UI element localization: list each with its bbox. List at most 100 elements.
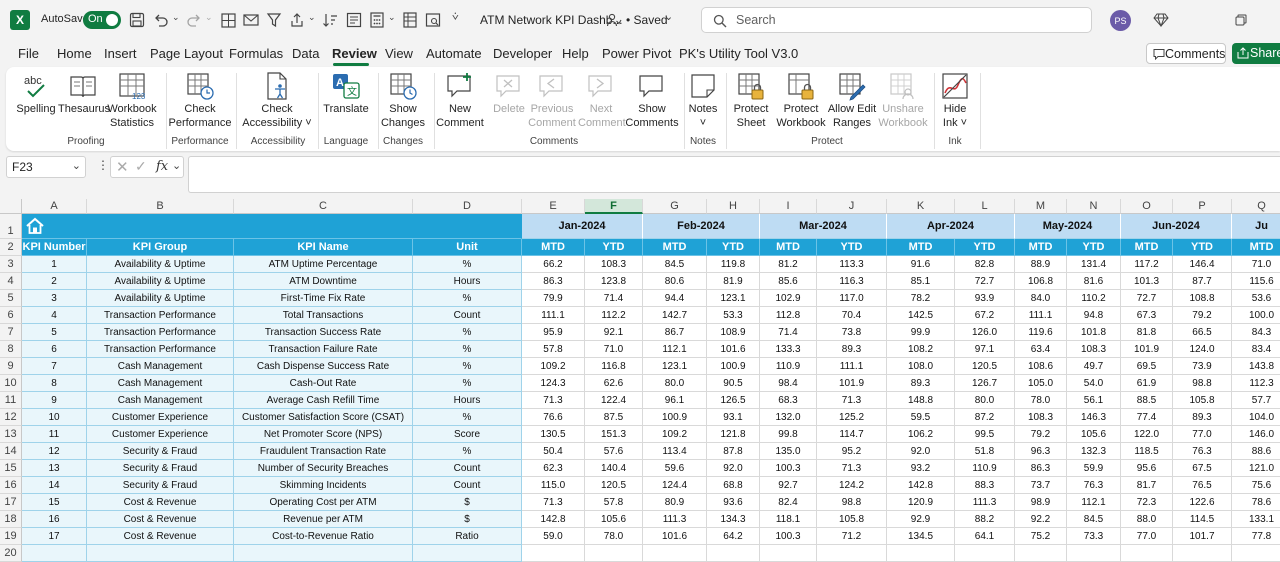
kpi-number-cell[interactable]: 11 (22, 426, 87, 443)
notes-button[interactable]: Notes ˅ (686, 71, 720, 130)
kpi-name-cell[interactable]: Transaction Failure Rate (234, 341, 413, 358)
search-box[interactable]: Search (701, 7, 1092, 33)
undo-dropdown-icon[interactable]: ⌄ (172, 12, 180, 23)
value-cell[interactable]: 78.6 (1232, 494, 1280, 511)
value-cell[interactable]: 95.9 (522, 324, 585, 341)
value-cell[interactable]: 53.6 (1232, 290, 1280, 307)
spelling-button[interactable]: abc Spelling (14, 71, 58, 117)
value-cell[interactable]: 109.2 (643, 426, 707, 443)
value-cell[interactable]: 88.9 (1015, 256, 1067, 273)
value-cell[interactable]: 82.8 (955, 256, 1015, 273)
kpi-group-cell[interactable]: Transaction Performance (87, 341, 234, 358)
value-cell[interactable]: 134.5 (887, 528, 955, 545)
column-header-i[interactable]: I (760, 199, 817, 214)
value-cell[interactable]: 88.3 (955, 477, 1015, 494)
value-cell[interactable]: 118.5 (1121, 443, 1173, 460)
value-cell[interactable]: 126.5 (707, 392, 760, 409)
value-cell[interactable]: 92.1 (585, 324, 643, 341)
kpi-name-cell[interactable]: Total Transactions (234, 307, 413, 324)
value-cell[interactable]: 131.4 (1067, 256, 1121, 273)
row-header-12[interactable]: 12 (0, 409, 22, 426)
value-cell[interactable]: 68.3 (760, 392, 817, 409)
value-cell[interactable]: 79.2 (1173, 307, 1232, 324)
value-cell[interactable]: 95.2 (817, 443, 887, 460)
column-header-a[interactable]: A (22, 199, 87, 214)
value-cell[interactable]: 112.1 (643, 341, 707, 358)
value-cell[interactable]: 98.4 (760, 375, 817, 392)
print-preview-icon[interactable] (424, 11, 442, 29)
autosave-toggle[interactable]: On (83, 11, 121, 29)
value-cell[interactable]: 63.4 (1015, 341, 1067, 358)
kpi-name-cell[interactable]: Fraudulent Transaction Rate (234, 443, 413, 460)
value-cell[interactable]: 101.3 (1121, 273, 1173, 290)
value-cell[interactable]: 122.4 (585, 392, 643, 409)
column-header-k[interactable]: K (887, 199, 955, 214)
column-title[interactable]: Unit (413, 239, 522, 256)
empty-cell[interactable] (234, 545, 413, 562)
column-header-h[interactable]: H (707, 199, 760, 214)
empty-cell[interactable] (643, 545, 707, 562)
column-header-j[interactable]: J (817, 199, 887, 214)
kpi-number-cell[interactable]: 15 (22, 494, 87, 511)
value-cell[interactable]: 53.3 (707, 307, 760, 324)
column-header-n[interactable]: N (1067, 199, 1121, 214)
value-cell[interactable]: 125.2 (817, 409, 887, 426)
kpi-number-cell[interactable]: 9 (22, 392, 87, 409)
value-cell[interactable]: 94.8 (1067, 307, 1121, 324)
value-cell[interactable]: 113.3 (817, 256, 887, 273)
kpi-group-cell[interactable]: Customer Experience (87, 426, 234, 443)
column-header-c[interactable]: C (234, 199, 413, 214)
kpi-number-cell[interactable]: 4 (22, 307, 87, 324)
value-cell[interactable]: 148.8 (887, 392, 955, 409)
unit-cell[interactable]: % (413, 341, 522, 358)
row-header-10[interactable]: 10 (0, 375, 22, 392)
value-cell[interactable]: 94.4 (643, 290, 707, 307)
value-cell[interactable]: 57.8 (585, 494, 643, 511)
mtd-header[interactable]: MTD (1015, 239, 1067, 256)
empty-cell[interactable] (955, 545, 1015, 562)
value-cell[interactable]: 99.8 (760, 426, 817, 443)
value-cell[interactable]: 110.9 (760, 358, 817, 375)
value-cell[interactable]: 78.0 (1015, 392, 1067, 409)
value-cell[interactable]: 73.7 (1015, 477, 1067, 494)
empty-cell[interactable] (1173, 545, 1232, 562)
value-cell[interactable]: 67.2 (955, 307, 1015, 324)
kpi-number-cell[interactable]: 12 (22, 443, 87, 460)
kpi-name-cell[interactable]: First-Time Fix Rate (234, 290, 413, 307)
unit-cell[interactable]: Count (413, 477, 522, 494)
column-header-m[interactable]: M (1015, 199, 1067, 214)
worksheet-grid[interactable]: ABCDEFGHIJKLMNOPQ 1 2 3 4 5 6 7 8 9 10 11 12 13 14 15 1… (0, 199, 1280, 562)
row-header-20[interactable]: 20 (0, 545, 22, 562)
value-cell[interactable]: 80.0 (643, 375, 707, 392)
value-cell[interactable]: 76.5 (1173, 477, 1232, 494)
value-cell[interactable]: 96.1 (643, 392, 707, 409)
value-cell[interactable]: 151.3 (585, 426, 643, 443)
value-cell[interactable]: 87.8 (707, 443, 760, 460)
previous-comment-button[interactable]: Previous Comment (528, 71, 576, 130)
kpi-name-cell[interactable]: Operating Cost per ATM (234, 494, 413, 511)
value-cell[interactable]: 54.0 (1067, 375, 1121, 392)
value-cell[interactable]: 92.9 (887, 511, 955, 528)
name-box[interactable]: F23 ⌄ (6, 156, 86, 178)
column-header-e[interactable]: E (522, 199, 585, 214)
value-cell[interactable]: 62.3 (522, 460, 585, 477)
tab-utility-tool[interactable]: PK's Utility Tool V3.0 (679, 46, 798, 61)
value-cell[interactable]: 111.3 (643, 511, 707, 528)
row-header-11[interactable]: 11 (0, 392, 22, 409)
value-cell[interactable]: 79.2 (1015, 426, 1067, 443)
mtd-header[interactable]: MTD (1121, 239, 1173, 256)
value-cell[interactable]: 143.8 (1232, 358, 1280, 375)
value-cell[interactable]: 56.1 (1067, 392, 1121, 409)
value-cell[interactable]: 120.9 (887, 494, 955, 511)
value-cell[interactable]: 93.1 (707, 409, 760, 426)
new-comment-button[interactable]: New Comment (436, 71, 484, 130)
insert-function-icon[interactable]: fx (156, 159, 168, 174)
row-header-6[interactable]: 6 (0, 307, 22, 324)
save-status-dropdown-icon[interactable]: ⌄ (664, 10, 673, 23)
value-cell[interactable]: 112.2 (585, 307, 643, 324)
row-header-19[interactable]: 19 (0, 528, 22, 545)
ytd-header[interactable]: YTD (1067, 239, 1121, 256)
value-cell[interactable]: 126.0 (955, 324, 1015, 341)
value-cell[interactable]: 78.0 (585, 528, 643, 545)
check-performance-button[interactable]: Check Performance (168, 71, 232, 130)
